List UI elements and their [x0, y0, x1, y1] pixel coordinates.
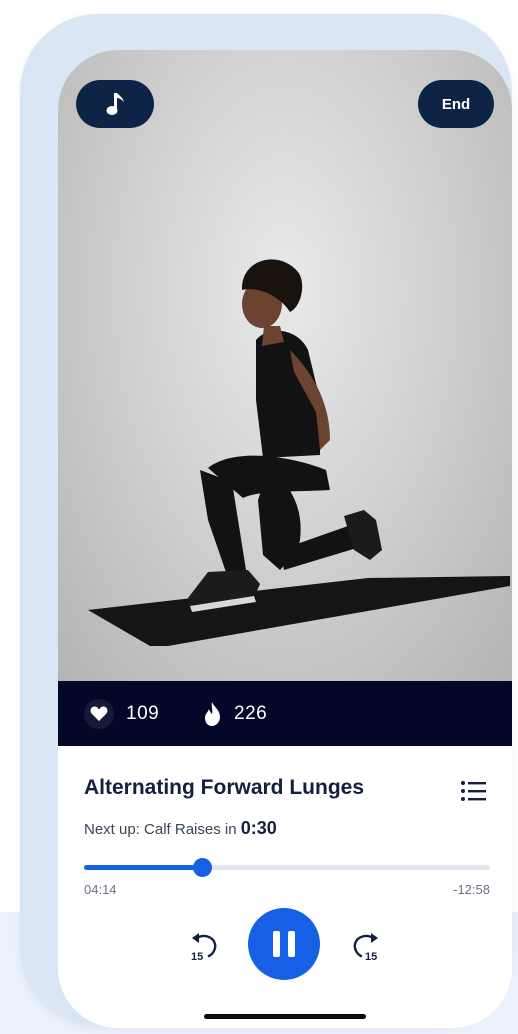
exercise-title: Alternating Forward Lunges — [84, 776, 365, 799]
phone-frame: End 109 226 Alternating Forward Lunges N… — [20, 14, 512, 1028]
music-note-icon — [106, 93, 124, 115]
remaining-time: -12:58 — [453, 882, 490, 897]
next-up-countdown: 0:30 — [240, 818, 277, 838]
progress-fill — [84, 865, 202, 870]
exercise-video[interactable]: End — [58, 50, 512, 681]
calories-value: 226 — [234, 702, 268, 724]
rewind-seconds-label: 15 — [191, 951, 203, 963]
rewind-15-button[interactable]: 15 — [188, 930, 222, 964]
rewind-15-icon: 15 — [191, 933, 217, 963]
athlete-figure — [188, 259, 382, 612]
workout-stats-bar: 109 226 — [58, 681, 512, 746]
home-indicator[interactable] — [204, 1014, 366, 1019]
calories-stat: 226 — [204, 681, 267, 746]
music-button[interactable] — [76, 80, 154, 128]
progress-track[interactable] — [84, 858, 490, 877]
flame-icon — [205, 701, 220, 726]
end-workout-button[interactable]: End — [418, 80, 494, 128]
pause-button[interactable] — [248, 908, 320, 980]
yoga-mat — [88, 576, 510, 646]
elapsed-time: 04:14 — [84, 882, 117, 897]
heart-points-value: 109 — [126, 702, 160, 724]
next-up-label: Next up: Calf Raises in — [84, 821, 237, 838]
forward-seconds-label: 15 — [365, 951, 377, 963]
exercise-video-frame — [88, 259, 510, 646]
pause-icon — [273, 931, 295, 957]
next-up-text: Next up: Calf Raises in 0:30 — [84, 818, 277, 839]
heart-points-stat: 109 — [84, 681, 159, 746]
heart-icon — [84, 698, 114, 729]
forward-15-button[interactable]: 15 — [348, 930, 382, 964]
progress-scrubber-handle[interactable] — [192, 858, 212, 877]
forward-15-icon: 15 — [353, 933, 378, 963]
list-icon[interactable] — [460, 780, 486, 802]
phone-screen: End 109 226 Alternating Forward Lunges N… — [58, 50, 512, 1028]
